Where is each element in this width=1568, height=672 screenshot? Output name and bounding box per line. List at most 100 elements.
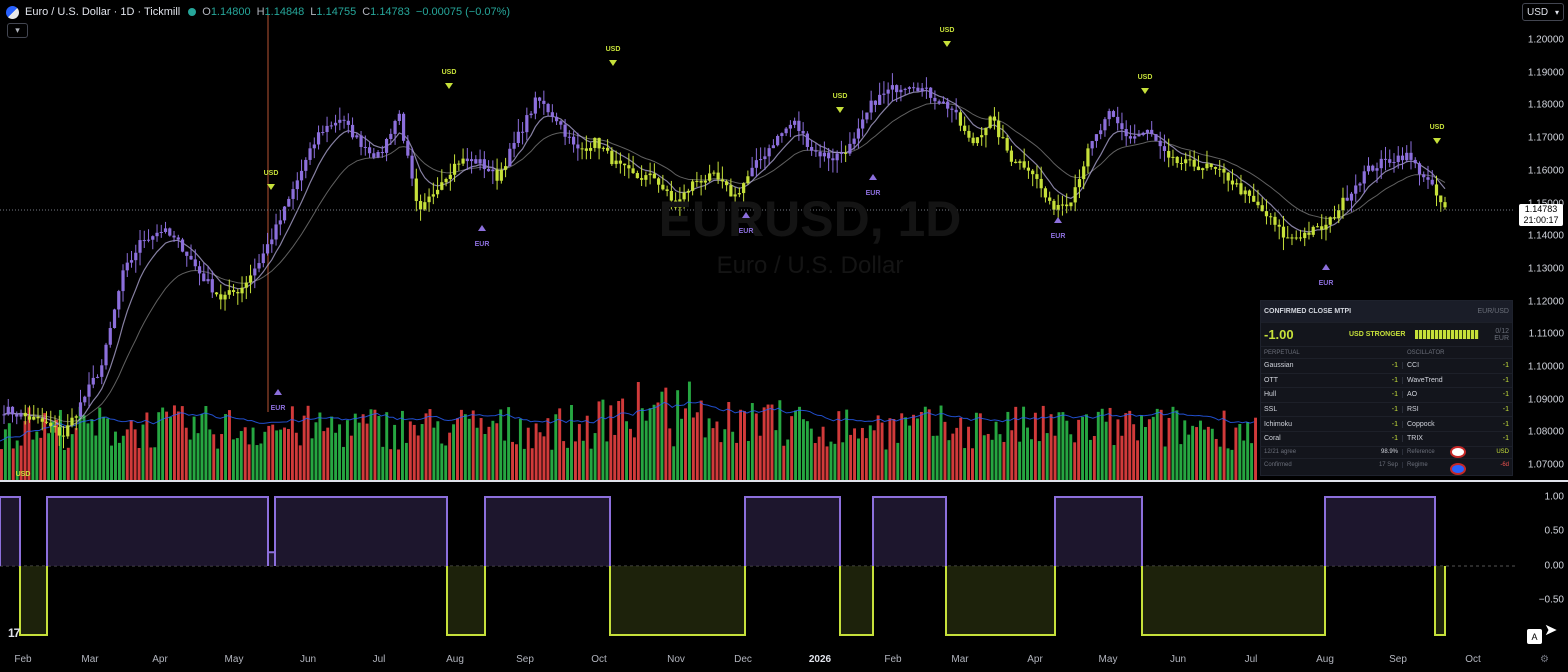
- oscillator-fill: [840, 566, 873, 635]
- oscillator-fill: [1142, 566, 1325, 635]
- perpetual-name: OTT: [1264, 376, 1278, 384]
- oscillator-fill: [0, 497, 20, 566]
- pane-separator[interactable]: [0, 480, 1568, 482]
- oscillator-value: -1: [1502, 362, 1509, 370]
- col-oscillator-header: OSCILLATOR: [1407, 349, 1445, 356]
- oscillator-fill: [946, 566, 1055, 635]
- mtpi-row: Coral -1 TRIX -1: [1261, 432, 1512, 447]
- oscillator-fill: [873, 497, 946, 566]
- sell-arrow-icon: [445, 83, 453, 89]
- price-label: 1.17000: [1527, 132, 1564, 144]
- eu-flag-icon: [1450, 463, 1466, 475]
- footer-reference-value: USD: [1496, 449, 1509, 456]
- eur-signal-label: EUR: [270, 405, 286, 412]
- perpetual-value: -1: [1349, 406, 1403, 414]
- oscillator-value: -1: [1502, 420, 1509, 428]
- perpetual-value: -1: [1349, 435, 1403, 443]
- oscillator-fill: [275, 497, 447, 566]
- mtpi-row: Ichimoku -1 Coppock -1: [1261, 417, 1512, 432]
- usd-signal-label: USD: [15, 471, 31, 478]
- mtpi-score: -1.00: [1264, 327, 1294, 342]
- mtpi-oscillator: [0, 496, 1446, 636]
- price-scale[interactable]: 1.200001.190001.180001.170001.160001.150…: [1515, 0, 1568, 480]
- oscillator-name: CCI: [1407, 362, 1420, 370]
- footer-agree-value: 98.9%: [1349, 449, 1403, 456]
- last-price-value: 1.14783: [1524, 204, 1558, 214]
- footer-agree-label: 12/21 agree: [1264, 449, 1297, 456]
- oscillator-value: -1: [1502, 406, 1509, 414]
- price-label: 1.18000: [1527, 99, 1564, 111]
- usd-signal-label: USD: [263, 170, 279, 177]
- footer-confirmed-value: 17 Sep: [1349, 461, 1403, 468]
- perpetual-name: Hull: [1264, 391, 1277, 399]
- eur-signal-label: EUR: [1050, 233, 1066, 240]
- footer-regime-value: -6d: [1500, 461, 1509, 468]
- price-label: 1.16000: [1527, 165, 1564, 177]
- oscillator-fill: [1435, 566, 1445, 635]
- perpetual-name: Ichimoku: [1264, 420, 1293, 428]
- perpetual-value: -1: [1349, 420, 1403, 428]
- last-price-label: 1.14783 21:00:17: [1519, 204, 1563, 226]
- sell-arrow-icon: [1433, 138, 1441, 144]
- price-label: 1.07000: [1527, 459, 1564, 471]
- buy-arrow-icon: [869, 174, 877, 180]
- tradingview-logo[interactable]: 17: [8, 626, 20, 640]
- buy-arrow-icon: [1054, 217, 1062, 223]
- chart-window: Euro / U.S. Dollar · 1D · Tickmill O1.14…: [0, 0, 1568, 672]
- indicator-label: 1.00: [1544, 491, 1564, 503]
- auto-scale-button[interactable]: A: [1527, 629, 1542, 644]
- mtpi-gauge: [1415, 330, 1479, 339]
- oscillator-name: Coppock: [1407, 420, 1435, 428]
- oscillator-fill: [268, 552, 275, 566]
- price-label: 1.10000: [1527, 361, 1564, 373]
- buy-arrow-icon: [274, 389, 282, 395]
- mtpi-row: Hull -1 AO -1: [1261, 388, 1512, 403]
- perpetual-name: Coral: [1264, 435, 1281, 443]
- eur-signal-label: EUR: [865, 190, 881, 197]
- mtpi-gauge-text: 0/12 EUR: [1494, 327, 1509, 342]
- eur-signal-label: EUR: [474, 241, 490, 248]
- mtpi-row: SSL -1 RSI -1: [1261, 403, 1512, 418]
- oscillator-name: WaveTrend: [1407, 376, 1443, 384]
- oscillator-name: AO: [1407, 391, 1418, 399]
- settings-gear-icon[interactable]: ⚙: [1540, 654, 1549, 665]
- price-label: 1.19000: [1527, 67, 1564, 79]
- price-label: 1.13000: [1527, 263, 1564, 275]
- us-flag-icon: [1450, 446, 1466, 458]
- oscillator-fill: [1325, 497, 1435, 566]
- indicator-scale[interactable]: 1.00 0.50 0.00 −0.50: [1515, 482, 1568, 647]
- col-perpetual-header: PERPETUAL: [1264, 349, 1300, 356]
- sell-arrow-icon: [943, 41, 951, 47]
- oscillator-value: -1: [1502, 376, 1509, 384]
- usd-signal-label: USD: [605, 46, 621, 53]
- sell-arrow-icon: [836, 107, 844, 113]
- eur-signal-label: EUR: [1318, 280, 1334, 287]
- indicator-label: 0.00: [1544, 560, 1564, 572]
- indicator-label: 0.50: [1544, 525, 1564, 537]
- perpetual-value: -1: [1349, 362, 1403, 370]
- oscillator-fill: [20, 566, 47, 635]
- mtpi-row: Gaussian -1 CCI -1: [1261, 359, 1512, 374]
- price-label: 1.11000: [1528, 328, 1564, 340]
- usd-signal-label: USD: [441, 69, 457, 76]
- oscillator-name: TRIX: [1407, 435, 1423, 443]
- sell-arrow-icon: [1141, 88, 1149, 94]
- oscillator-name: RSI: [1407, 406, 1419, 414]
- sell-arrow-icon: [267, 184, 275, 190]
- bar-countdown: 21:00:17: [1523, 215, 1559, 225]
- oscillator-fill: [1055, 497, 1142, 566]
- mtpi-title: CONFIRMED CLOSE MTPI: [1264, 308, 1352, 315]
- usd-signal-label: USD: [1429, 124, 1445, 131]
- time-axis[interactable]: [0, 648, 1515, 672]
- mtpi-state: USD STRONGER: [1349, 331, 1406, 338]
- indicator-label: −0.50: [1538, 594, 1564, 606]
- perpetual-name: Gaussian: [1264, 362, 1294, 370]
- mtpi-rows: Gaussian -1 CCI -1 OTT -1 WaveTrend -1 Hull -1 AO -…: [1261, 359, 1512, 447]
- oscillator-fill: [745, 497, 840, 566]
- perpetual-name: SSL: [1264, 406, 1278, 414]
- mtpi-row: OTT -1 WaveTrend -1: [1261, 374, 1512, 389]
- mtpi-pair: EUR/USD: [1477, 308, 1509, 315]
- price-label: 1.09000: [1527, 394, 1564, 406]
- mouse-cursor-icon: ➤: [1544, 622, 1558, 639]
- eur-signal-label: EUR: [738, 228, 754, 235]
